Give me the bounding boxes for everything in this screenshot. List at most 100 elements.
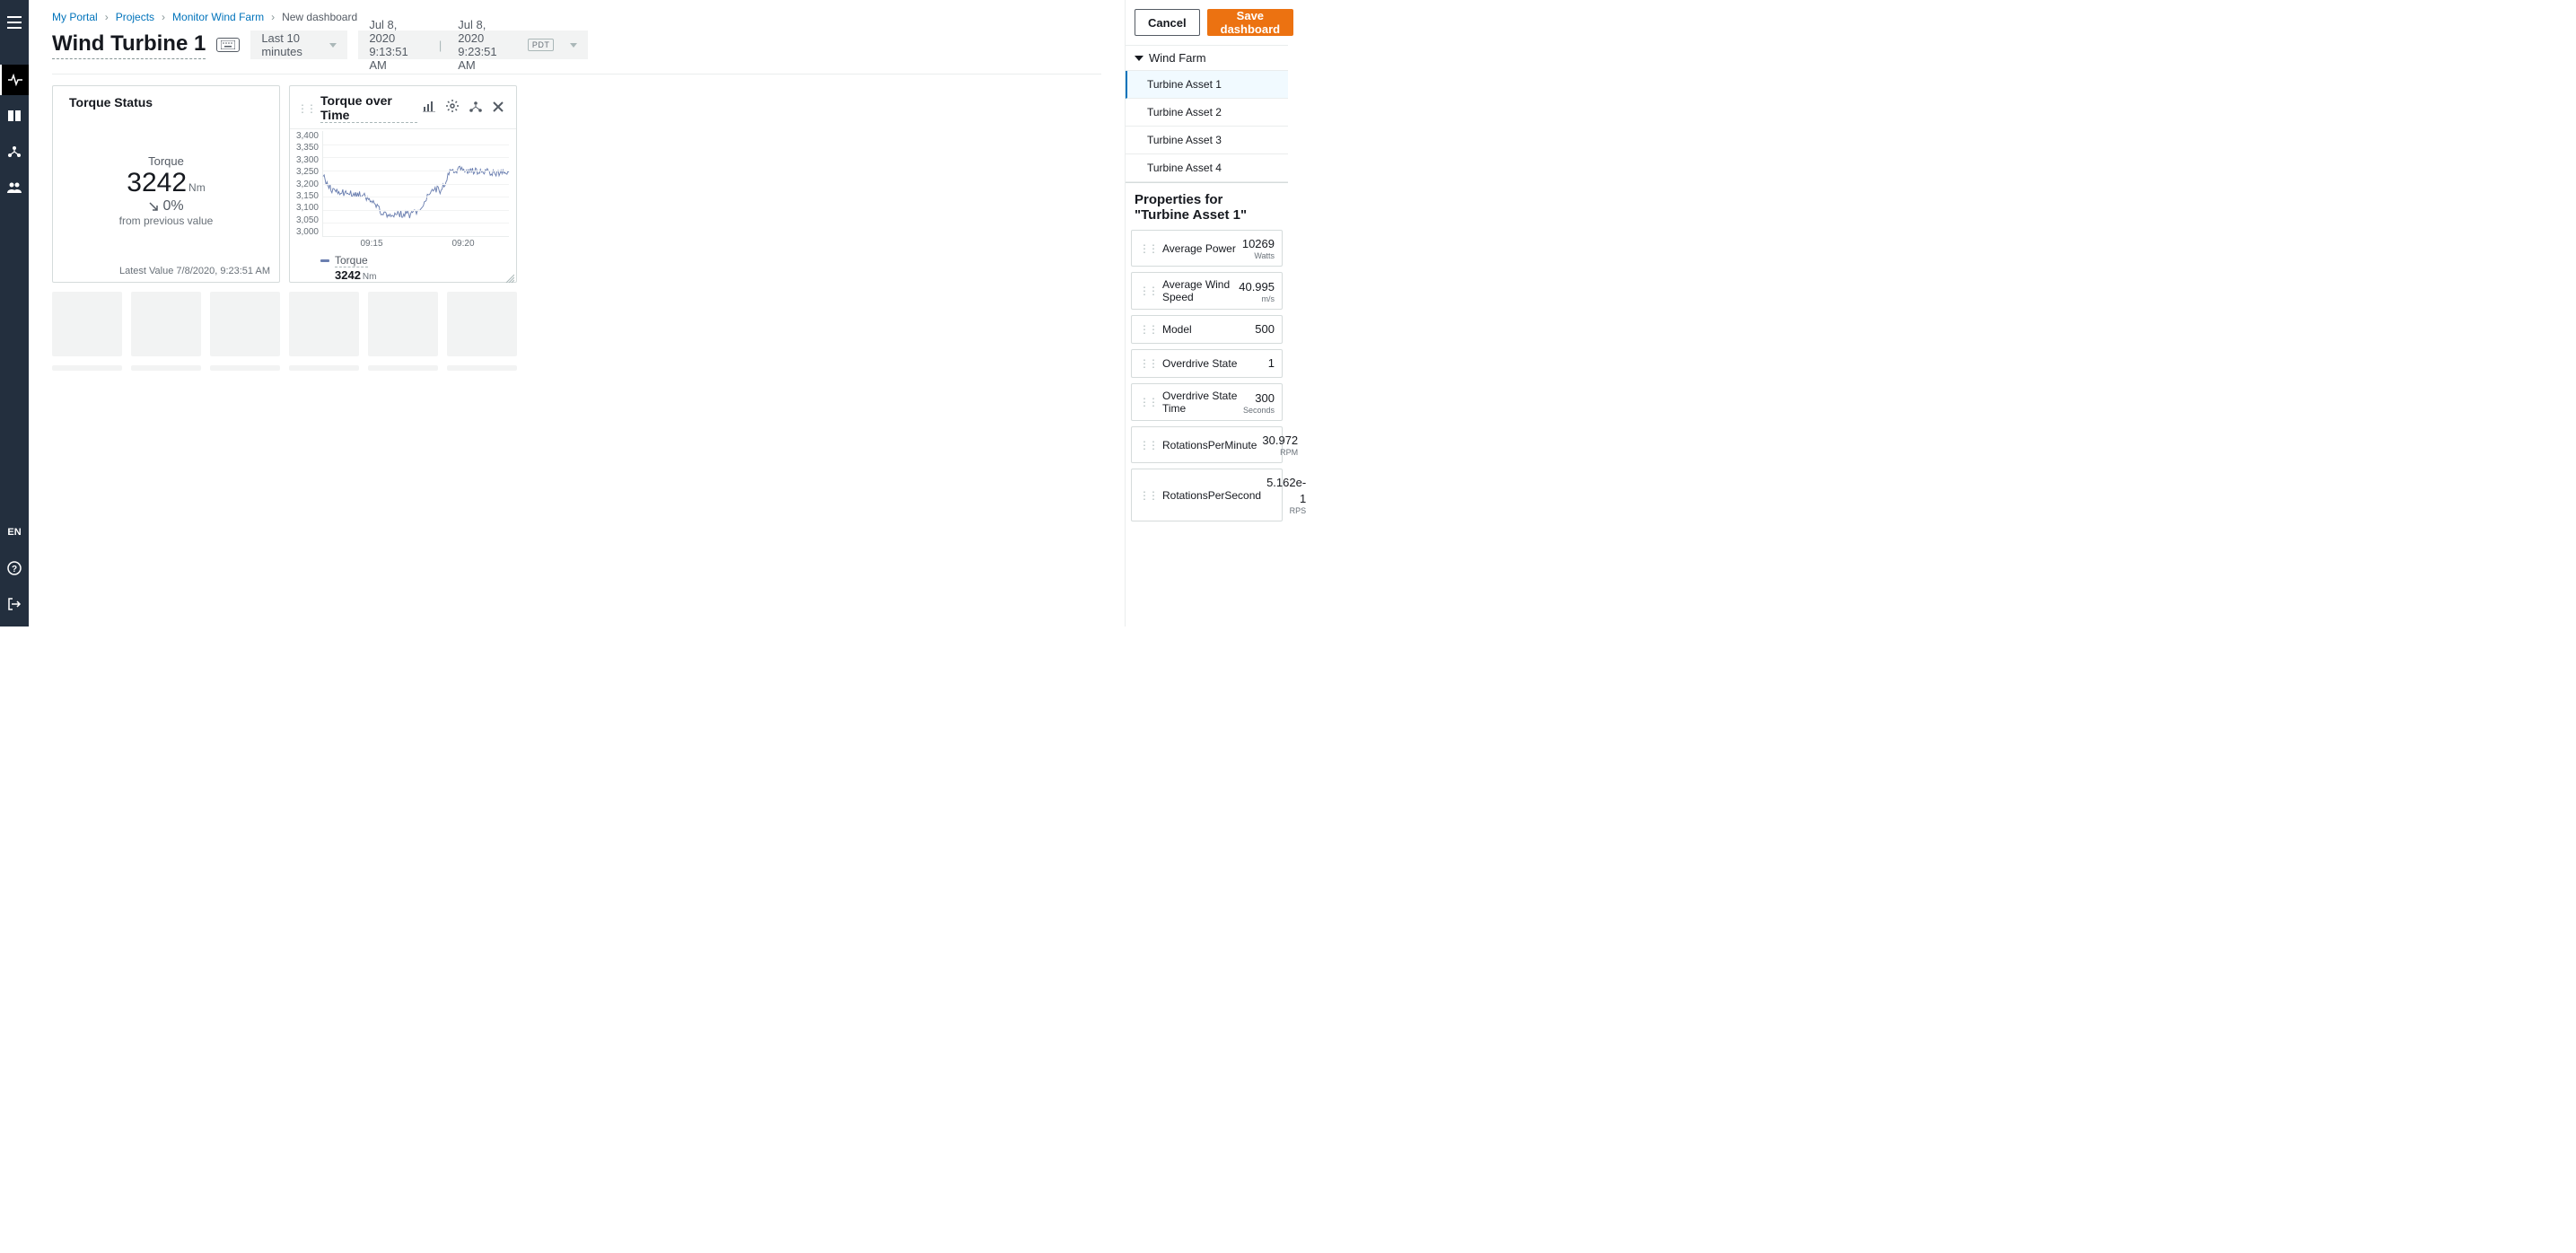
property-value: 40.995 bbox=[1239, 280, 1275, 294]
save-dashboard-button[interactable]: Save dashboard bbox=[1207, 9, 1293, 36]
chart-plot bbox=[322, 131, 509, 237]
time-range-select[interactable]: Last 10 minutes bbox=[250, 31, 347, 59]
dashboard-title-input[interactable]: Wind Turbine 1 bbox=[52, 31, 206, 59]
property-card[interactable]: ⋮⋮RotationsPerSecond5.162e-1RPS bbox=[1131, 469, 1283, 521]
property-name: RotationsPerSecond bbox=[1162, 489, 1261, 502]
help-icon[interactable]: ? bbox=[0, 553, 29, 583]
placeholder-tile[interactable] bbox=[52, 292, 122, 356]
asset-item[interactable]: Turbine Asset 4 bbox=[1126, 154, 1288, 182]
close-icon[interactable] bbox=[493, 101, 504, 117]
caret-down-icon bbox=[1135, 56, 1143, 61]
legend-swatch bbox=[320, 259, 329, 262]
placeholder-tile[interactable] bbox=[368, 365, 438, 371]
placeholder-tile[interactable] bbox=[131, 365, 201, 371]
nav-sections-icon[interactable] bbox=[0, 101, 29, 131]
timezone-badge: PDT bbox=[528, 39, 555, 51]
drag-handle-icon[interactable]: ⋮⋮ bbox=[1139, 285, 1157, 297]
drag-handle-icon[interactable]: ⋮⋮ bbox=[297, 102, 315, 115]
property-value: 10269 bbox=[1242, 237, 1275, 250]
property-name: Overdrive State Time bbox=[1162, 390, 1238, 415]
nav-hierarchy-icon[interactable] bbox=[0, 136, 29, 167]
asset-item[interactable]: Turbine Asset 3 bbox=[1126, 127, 1288, 154]
placeholder-tile[interactable] bbox=[131, 292, 201, 356]
chevron-right-icon: › bbox=[162, 11, 165, 23]
drag-handle-icon[interactable]: ⋮⋮ bbox=[1139, 439, 1157, 451]
breadcrumb-link[interactable]: My Portal bbox=[52, 11, 98, 23]
drag-handle-icon[interactable]: ⋮⋮ bbox=[1139, 357, 1157, 370]
property-value: 500 bbox=[1255, 322, 1275, 336]
kpi-trend-sub: from previous value bbox=[119, 215, 214, 227]
resize-handle-icon[interactable] bbox=[505, 271, 514, 280]
chart-type-icon[interactable] bbox=[423, 101, 435, 117]
asset-root-label: Wind Farm bbox=[1149, 51, 1206, 65]
property-unit: Seconds bbox=[1243, 407, 1275, 415]
chevron-down-icon bbox=[570, 43, 577, 48]
breadcrumb-link[interactable]: Monitor Wind Farm bbox=[172, 11, 264, 23]
side-panel: Cancel Save dashboard Wind Farm Turbine … bbox=[1125, 0, 1288, 626]
cancel-button[interactable]: Cancel bbox=[1135, 9, 1200, 36]
kpi-metric-label: Torque bbox=[148, 154, 184, 168]
property-value: 1 bbox=[1268, 356, 1275, 370]
asset-tree-root[interactable]: Wind Farm bbox=[1126, 46, 1288, 71]
language-selector[interactable]: EN bbox=[0, 517, 29, 548]
placeholder-tile[interactable] bbox=[210, 292, 280, 356]
kpi-value: 3242 bbox=[127, 168, 187, 197]
left-nav-rail: EN ? bbox=[0, 0, 29, 626]
property-value: 30.972 bbox=[1262, 434, 1298, 447]
property-card[interactable]: ⋮⋮ Overdrive State 1 bbox=[1131, 349, 1283, 378]
property-card[interactable]: ⋮⋮Average Wind Speed40.995m/s bbox=[1131, 272, 1283, 310]
widget-title: Torque Status bbox=[69, 95, 153, 110]
keyboard-icon[interactable] bbox=[216, 38, 240, 52]
kpi-unit: Nm bbox=[188, 181, 206, 194]
property-name: RotationsPerMinute bbox=[1162, 439, 1257, 451]
property-name: Model bbox=[1162, 323, 1192, 336]
property-card[interactable]: ⋮⋮ Overdrive State Time 300 Seconds bbox=[1131, 383, 1283, 421]
placeholder-tile[interactable] bbox=[210, 365, 280, 371]
asset-item[interactable]: Turbine Asset 1 bbox=[1126, 71, 1288, 99]
hierarchy-icon[interactable] bbox=[469, 101, 482, 117]
divider: | bbox=[439, 39, 442, 52]
kpi-trend: 0% bbox=[148, 198, 183, 215]
drag-handle-icon[interactable]: ⋮⋮ bbox=[1139, 242, 1157, 255]
gear-icon[interactable] bbox=[446, 100, 459, 117]
placeholder-tile[interactable] bbox=[447, 365, 517, 371]
menu-icon[interactable] bbox=[0, 7, 29, 38]
property-name: Average Power bbox=[1162, 242, 1236, 255]
placeholder-tile[interactable] bbox=[289, 365, 359, 371]
breadcrumb-link[interactable]: Projects bbox=[116, 11, 154, 23]
legend-value: 3242Nm bbox=[320, 268, 509, 282]
property-card[interactable]: ⋮⋮ Model 500 bbox=[1131, 315, 1283, 344]
property-name: Overdrive State bbox=[1162, 357, 1237, 370]
time-window[interactable]: Jul 8, 2020 9:13:51 AM | Jul 8, 2020 9:2… bbox=[358, 31, 588, 59]
time-start: Jul 8, 2020 9:13:51 AM bbox=[369, 18, 423, 72]
asset-item[interactable]: Turbine Asset 2 bbox=[1126, 99, 1288, 127]
nav-monitor-icon[interactable] bbox=[0, 65, 29, 95]
time-end: Jul 8, 2020 9:23:51 AM bbox=[458, 18, 512, 72]
placeholder-tile[interactable] bbox=[368, 292, 438, 356]
placeholder-tile[interactable] bbox=[289, 292, 359, 356]
property-value: 300 bbox=[1255, 391, 1275, 405]
placeholder-tile[interactable] bbox=[447, 292, 517, 356]
properties-title: Properties for "Turbine Asset 1" bbox=[1126, 183, 1288, 230]
chevron-down-icon bbox=[329, 43, 337, 48]
property-unit: RPS bbox=[1266, 507, 1306, 515]
chart-widget[interactable]: ⋮⋮ Torque over Time 3,400 bbox=[289, 85, 517, 283]
logout-icon[interactable] bbox=[0, 589, 29, 619]
property-unit: Watts bbox=[1242, 252, 1275, 260]
trend-down-icon bbox=[148, 201, 159, 212]
drag-handle-icon[interactable]: ⋮⋮ bbox=[1139, 489, 1157, 502]
chevron-right-icon: › bbox=[105, 11, 109, 23]
widget-title-input[interactable]: Torque over Time bbox=[320, 93, 417, 123]
property-card[interactable]: ⋮⋮ Average Power 10269 Watts bbox=[1131, 230, 1283, 267]
drag-handle-icon[interactable]: ⋮⋮ bbox=[1139, 323, 1157, 336]
placeholder-tile[interactable] bbox=[52, 365, 122, 371]
drag-handle-icon[interactable]: ⋮⋮ bbox=[1139, 396, 1157, 408]
chart-legend: Torque 3242Nm bbox=[294, 254, 509, 282]
chart-x-axis: 09:15 09:20 bbox=[326, 239, 509, 249]
property-card[interactable]: ⋮⋮RotationsPerMinute30.972RPM bbox=[1131, 426, 1283, 463]
breadcrumb: My Portal › Projects › Monitor Wind Farm… bbox=[52, 11, 1101, 23]
kpi-widget[interactable]: Torque Status Torque 3242Nm 0% from prev… bbox=[52, 85, 280, 283]
property-value: 5.162e-1 bbox=[1266, 476, 1306, 505]
nav-users-icon[interactable] bbox=[0, 172, 29, 203]
asset-list: Turbine Asset 1Turbine Asset 2Turbine As… bbox=[1126, 71, 1288, 183]
